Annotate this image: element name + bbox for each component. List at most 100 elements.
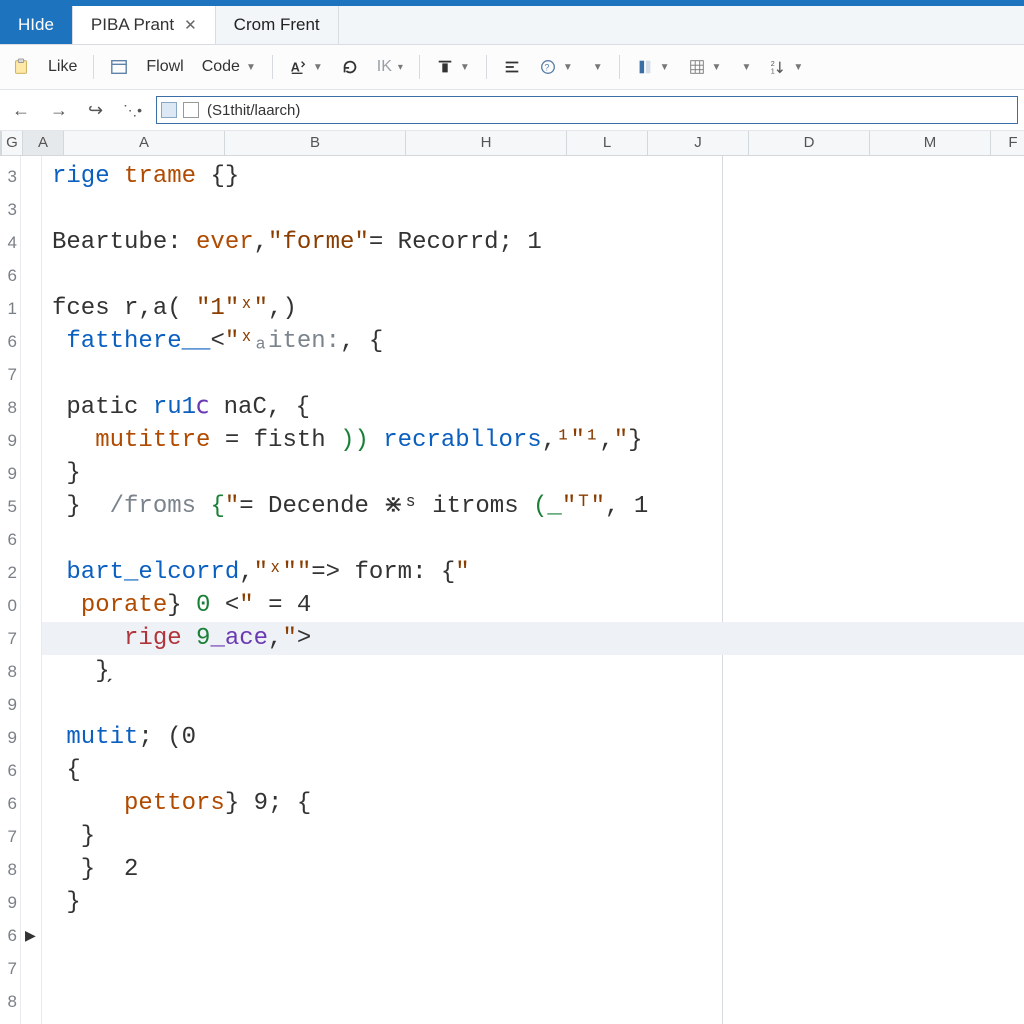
line-number: 8 <box>0 853 20 886</box>
chevron-down-icon: ▼ <box>563 62 573 73</box>
line-number: 6 <box>0 754 20 787</box>
svg-text:?: ? <box>544 63 549 73</box>
column-header-cell[interactable]: J <box>648 131 749 155</box>
code-line[interactable] <box>52 985 1024 1018</box>
address-input[interactable] <box>205 101 1013 120</box>
column-header-cell[interactable]: G <box>2 131 23 155</box>
ik-dropdown[interactable]: IK▾ <box>371 55 409 79</box>
line-number: 5 <box>0 490 20 523</box>
code-line[interactable]: } <box>52 886 1024 919</box>
align-left-icon[interactable] <box>497 55 527 79</box>
line-number-gutter: 33461678995620789966789678 <box>0 156 21 1024</box>
refresh-icon[interactable] <box>335 55 365 79</box>
align-top-icon[interactable]: ▼ <box>430 55 476 79</box>
code-line[interactable]: pettors} 9; { <box>52 787 1024 820</box>
code-line[interactable] <box>52 358 1024 391</box>
code-line[interactable]: patic ru1ⅽ naC, { <box>52 391 1024 424</box>
window-icon[interactable] <box>104 55 134 79</box>
code-dropdown[interactable]: Code ▼ <box>196 55 262 79</box>
column-icon[interactable]: ▼ <box>630 55 676 79</box>
code-label: Code <box>202 58 240 76</box>
code-line[interactable]: rige trame {} <box>52 160 1024 193</box>
redo-arrow-icon[interactable]: ↪ <box>82 98 109 123</box>
chevron-down-icon: ▼ <box>741 62 751 73</box>
code-line[interactable]: mutit; (0 <box>52 721 1024 754</box>
line-number: 6 <box>0 523 20 556</box>
line-number: 4 <box>0 226 20 259</box>
code-line[interactable]: rige 9_ace,"> <box>52 622 1024 655</box>
tab-label: PIBA Prant <box>91 15 174 35</box>
tab-hide[interactable]: HIde <box>0 6 73 44</box>
column-header-cell[interactable]: L <box>567 131 648 155</box>
chevron-down-icon: ▼ <box>246 62 256 73</box>
back-icon[interactable]: ← <box>6 98 36 123</box>
chevron-down-icon: ▼ <box>660 62 670 73</box>
separator <box>486 55 487 79</box>
circle-icon[interactable]: ? ▼ <box>533 55 579 79</box>
code-line[interactable]: porate} 0 <" = 4 <box>52 589 1024 622</box>
fold-gutter: ▶ <box>21 156 42 1024</box>
code-line[interactable] <box>52 193 1024 226</box>
tab-crom-frent[interactable]: Crom Frent <box>216 6 339 44</box>
code-line[interactable]: } <box>52 820 1024 853</box>
tab-piba-prant[interactable]: PIBA Prant ✕ <box>73 6 216 44</box>
tab-label: Crom Frent <box>234 15 320 35</box>
column-header-cell[interactable]: A <box>64 131 225 155</box>
line-number: 1 <box>0 292 20 325</box>
forward-icon[interactable]: → <box>44 98 74 123</box>
code-line[interactable]: fatthere__<"ˣₐiten:, { <box>52 325 1024 358</box>
column-header-cell[interactable]: A <box>23 131 64 155</box>
nav-row: ← → ↪ ⋱• <box>0 90 1024 131</box>
fold-marker-icon[interactable]: ▶ <box>25 927 36 944</box>
line-number: 7 <box>0 622 20 655</box>
code-line[interactable]: Beartube: ever,"forme"= Recorrd; 1 <box>52 226 1024 259</box>
line-number: 9 <box>0 424 20 457</box>
column-header-cell[interactable]: M <box>870 131 991 155</box>
address-bar[interactable] <box>156 96 1018 124</box>
line-number: 9 <box>0 886 20 919</box>
editor-body: 33461678995620789966789678 ▶ rige trame … <box>0 156 1024 1024</box>
code-line[interactable] <box>52 259 1024 292</box>
code-line[interactable]: }̗ <box>52 655 1024 688</box>
code-line[interactable] <box>52 919 1024 952</box>
more-dropdown[interactable]: ▼ <box>585 59 609 76</box>
line-number: 9 <box>0 721 20 754</box>
code-line[interactable] <box>52 688 1024 721</box>
chevron-down-icon: ▼ <box>793 62 803 73</box>
code-line[interactable]: bart_elcorrd,"ˣ""=> form: {" <box>52 556 1024 589</box>
flowl-label: Flowl <box>146 58 183 76</box>
target-icon[interactable]: ⋱• <box>117 100 148 121</box>
column-header: GAABHLJDMF <box>0 131 1024 156</box>
code-editor[interactable]: rige trame {} Beartube: ever,"forme"= Re… <box>42 156 1024 1024</box>
chevron-down-icon: ▾ <box>398 62 403 73</box>
code-line[interactable]: } 2 <box>52 853 1024 886</box>
line-number: 3 <box>0 193 20 226</box>
column-header-cell[interactable]: F <box>991 131 1024 155</box>
grid-icon[interactable]: ▼ <box>682 55 728 79</box>
column-header-cell[interactable]: B <box>225 131 406 155</box>
like-label: Like <box>48 58 77 76</box>
svg-text:A: A <box>291 61 300 75</box>
chevron-down-icon: ▼ <box>712 62 722 73</box>
flowl-button[interactable]: Flowl <box>140 55 189 79</box>
sort-icon[interactable]: 21 ▼ <box>763 55 809 79</box>
code-line[interactable]: } <box>52 457 1024 490</box>
blank-dropdown[interactable]: ▼ <box>733 59 757 76</box>
chevron-down-icon: ▼ <box>593 62 603 73</box>
line-number: 6 <box>0 787 20 820</box>
code-line[interactable]: } /froms {"= Decende ⋇ˢ itroms (_"ᵀ", 1 <box>52 490 1024 523</box>
separator <box>93 55 94 79</box>
line-number: 9 <box>0 688 20 721</box>
like-button[interactable]: Like <box>42 55 83 79</box>
column-header-cell[interactable]: H <box>406 131 567 155</box>
text-orientation-icon[interactable]: A ▼ <box>283 55 329 79</box>
column-header-cell[interactable]: D <box>749 131 870 155</box>
code-line[interactable] <box>52 523 1024 556</box>
paste-icon[interactable] <box>6 55 36 79</box>
code-line[interactable]: { <box>52 754 1024 787</box>
close-icon[interactable]: ✕ <box>184 16 197 34</box>
code-line[interactable]: fces r,a( "1"ˣ",) <box>52 292 1024 325</box>
code-line[interactable]: mutittre = fisth )) recrabllors,¹"¹,"} <box>52 424 1024 457</box>
line-number: 9 <box>0 457 20 490</box>
code-line[interactable] <box>52 952 1024 985</box>
